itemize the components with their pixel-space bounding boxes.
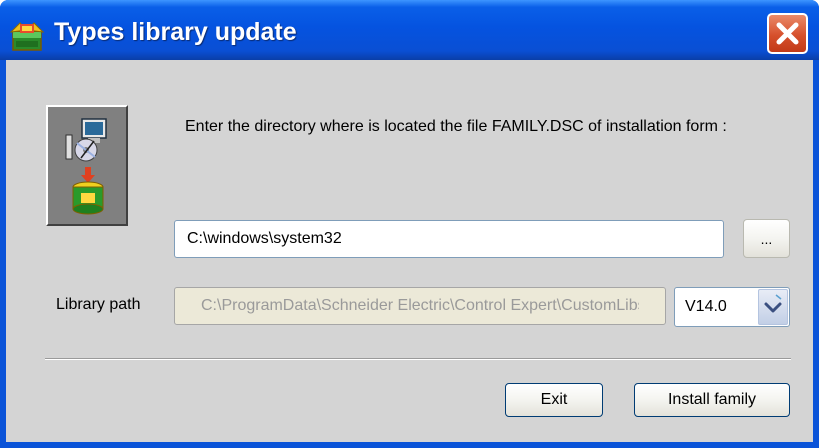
- exit-button[interactable]: Exit: [505, 383, 603, 417]
- version-dropdown-button[interactable]: [758, 289, 788, 325]
- close-button[interactable]: [767, 13, 808, 54]
- directory-input[interactable]: [174, 220, 724, 258]
- browse-button[interactable]: ...: [743, 219, 790, 258]
- library-package-icon: [9, 20, 45, 52]
- instruction-text: Enter the directory where is located the…: [185, 118, 727, 135]
- version-select[interactable]: V14.0: [674, 287, 790, 327]
- library-path-label: Library path: [56, 296, 141, 313]
- close-x-icon: [776, 22, 799, 45]
- version-selected-value: V14.0: [685, 298, 727, 315]
- separator-line: [45, 358, 791, 360]
- window-title: Types library update: [54, 18, 297, 46]
- install-family-button[interactable]: Install family: [634, 383, 790, 417]
- dialog-body: Enter the directory where is located the…: [6, 60, 813, 442]
- install-graphic-panel: [46, 105, 128, 226]
- library-path-input: [174, 287, 666, 325]
- chevron-down-icon: [764, 294, 782, 313]
- dialog-window: Types library update Enter the directory…: [0, 0, 819, 448]
- title-bar[interactable]: Types library update: [0, 0, 819, 60]
- computer-cd-install-icon: [65, 118, 107, 215]
